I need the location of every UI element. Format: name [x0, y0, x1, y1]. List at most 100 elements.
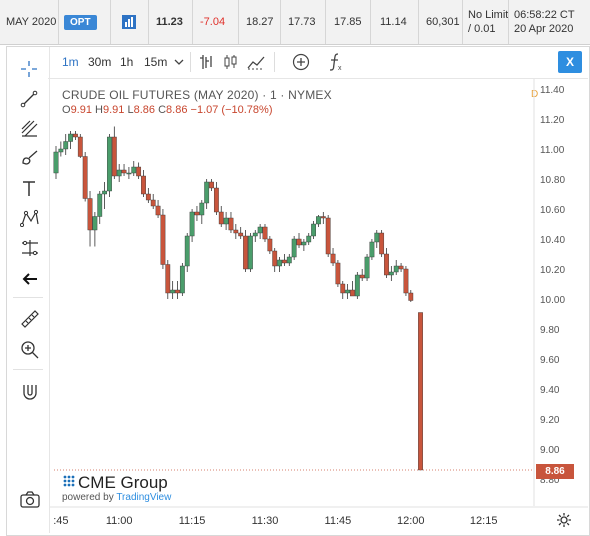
candle-body	[257, 226, 263, 234]
candle-body	[252, 232, 258, 237]
candle-body	[92, 216, 98, 231]
candle-body	[150, 199, 156, 207]
x-tick-label: :45	[53, 515, 68, 527]
candle-body	[155, 205, 161, 216]
x-tick-label: 11:30	[252, 515, 279, 527]
candle-body	[184, 235, 190, 267]
candle-body	[398, 265, 404, 270]
y-tick-label: 11.00	[540, 145, 565, 156]
candle-body	[97, 193, 103, 217]
candle-body	[330, 253, 336, 264]
candle-body	[408, 292, 414, 301]
candle-body	[325, 217, 331, 255]
candle-body	[131, 166, 137, 174]
cme-logo-icon	[63, 475, 75, 487]
y-tick-label: 9.00	[540, 445, 560, 456]
candle-body	[111, 136, 117, 177]
cme-logo-text: CME Group	[78, 473, 168, 492]
last-price-tag: 8.86	[536, 464, 574, 479]
candle-body	[209, 181, 214, 189]
y-tick-label: 10.40	[540, 235, 565, 246]
candle-body	[296, 238, 302, 246]
candle-body	[311, 223, 316, 237]
candle-body	[403, 268, 409, 294]
candle-body	[223, 217, 229, 225]
candle-body	[316, 216, 321, 225]
candle-body	[359, 274, 365, 279]
candle-body	[306, 235, 312, 243]
y-tick-label: 9.20	[540, 415, 560, 426]
candle-body	[218, 211, 224, 225]
x-tick-label: 11:00	[106, 515, 133, 527]
candle-body	[126, 172, 132, 175]
candle-body	[340, 283, 346, 294]
tradingview-link[interactable]: TradingView	[116, 492, 171, 503]
candle-body	[194, 211, 200, 216]
x-tick-label: 12:00	[397, 515, 425, 527]
x-tick-label: 11:45	[325, 515, 352, 527]
candle-body	[301, 241, 307, 246]
candle-body	[393, 265, 399, 273]
candle-body	[286, 256, 292, 264]
candle-body	[63, 141, 69, 150]
y-tick-label: 9.40	[540, 385, 560, 396]
candle-body	[418, 312, 423, 471]
y-tick-label: 11.40	[540, 85, 565, 96]
candle-body	[102, 190, 108, 195]
candle-body	[53, 151, 59, 174]
candle-body	[58, 148, 64, 153]
candle-body	[160, 214, 166, 265]
candle-body	[350, 289, 355, 297]
candle-body	[291, 238, 297, 258]
candle-body	[238, 232, 244, 237]
powered-by[interactable]: powered by TradingView	[62, 492, 171, 503]
candle-body	[73, 133, 78, 138]
y-tick-label: 11.20	[540, 115, 565, 126]
candle-body	[262, 226, 268, 240]
candle-body	[374, 232, 380, 243]
candle-body	[369, 241, 375, 258]
candle-body	[243, 235, 248, 270]
candle-body	[68, 133, 73, 142]
candle-body	[199, 202, 205, 216]
candle-body	[82, 156, 88, 199]
candle-body	[77, 136, 83, 157]
powered-prefix: powered by	[62, 492, 114, 503]
candle-body	[228, 217, 234, 231]
x-tick-label: 11:15	[179, 515, 206, 527]
candle-body	[175, 289, 180, 294]
y-tick-label: 10.60	[540, 205, 565, 216]
candle-body	[248, 235, 253, 270]
y-tick-label: 10.80	[540, 175, 565, 186]
candle-body	[282, 259, 287, 264]
candle-body	[165, 264, 171, 294]
y-tick-label: 10.20	[540, 265, 565, 276]
candle-body	[179, 265, 185, 294]
candle-body	[116, 169, 122, 177]
candle-body	[136, 166, 142, 177]
y-tick-label: 9.60	[540, 355, 560, 366]
candle-body	[345, 289, 351, 294]
candle-body	[204, 181, 210, 204]
candle-body	[121, 169, 127, 174]
candle-body	[379, 232, 385, 255]
candle-body	[87, 198, 93, 231]
candle-body	[364, 256, 370, 279]
y-tick-label: 9.80	[540, 325, 560, 336]
candle-body	[277, 259, 282, 267]
candle-body	[107, 136, 112, 192]
candle-body	[145, 193, 151, 201]
candle-body	[388, 271, 394, 276]
price-chart[interactable]: 11.40 11.20 11.00 10.80 10.60 10.40 10.20 10.00…	[0, 0, 590, 536]
candle-body	[354, 274, 360, 297]
candle-body	[272, 250, 278, 267]
candle-body	[141, 175, 146, 195]
candle-body	[170, 289, 176, 294]
candle-body	[320, 216, 326, 219]
x-tick-label: 12:15	[470, 515, 498, 527]
y-tick-label: 10.00	[540, 295, 565, 306]
candle-body	[267, 238, 273, 252]
candle-body	[335, 262, 341, 285]
settings-gear-icon[interactable]	[556, 512, 572, 528]
candle-body	[213, 187, 219, 213]
